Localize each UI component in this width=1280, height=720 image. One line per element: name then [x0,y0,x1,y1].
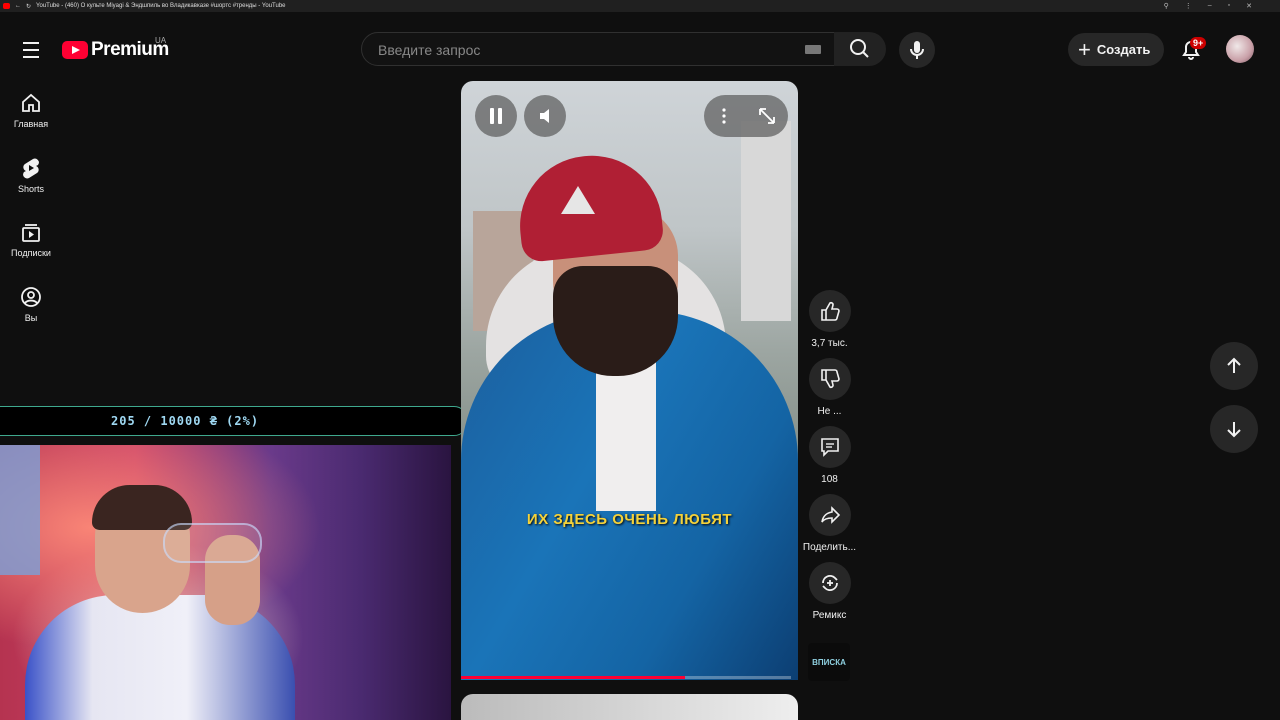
next-short-preview[interactable] [461,694,798,720]
volume-button[interactable] [524,95,566,137]
tab-title: YouTube - (460) О культе Miyagi & Эндшпи… [36,3,286,9]
zoom-icon[interactable]: ⚲ [1164,2,1169,10]
next-short-button[interactable] [1210,405,1258,453]
plus-icon: + [1078,36,1091,62]
thumbs-down-icon [820,369,840,389]
create-label: Создать [1096,42,1151,57]
volume-icon [540,109,549,123]
account-icon [21,287,41,307]
more-options-icon[interactable] [722,108,726,124]
pause-button[interactable] [475,95,517,137]
arrow-up-icon [1227,357,1241,373]
youtube-premium-logo[interactable]: Premium UA [62,36,169,62]
search-input[interactable] [376,41,780,59]
browser-titlebar: ← ↻ YouTube - (460) О культе Miyagi & Эн… [0,0,1280,12]
sidebar-item-label: Shorts [17,184,44,194]
close-icon[interactable]: ✕ [1246,2,1252,10]
shorts-icon [23,158,39,179]
dislike-button[interactable]: Не ... [802,358,857,417]
maximize-icon[interactable]: ▫ [1228,2,1230,10]
donation-goal-text: 205 / 10000 ₴ (2%) [111,414,260,428]
kebab-menu-icon[interactable]: ⋮ [1185,2,1192,10]
keyboard-icon[interactable] [805,45,821,54]
sidebar-item-home[interactable]: Главная [0,92,62,129]
previous-short-button[interactable] [1210,342,1258,390]
video-progress-fill [461,676,686,679]
back-icon[interactable]: ← [15,3,21,9]
avatar[interactable] [1226,35,1254,63]
voice-search-button[interactable] [899,32,935,68]
shorts-video-player[interactable]: ИХ ЗДЕСЬ ОЧЕНЬ ЛЮБЯТ [461,81,798,680]
thumbs-up-icon [820,301,840,321]
sidebar-item-you[interactable]: Вы [0,286,62,323]
like-count: 3,7 тыс. [811,338,848,349]
search-box[interactable] [361,32,835,66]
search-button[interactable] [834,32,886,66]
sidebar-item-label: Подписки [11,248,51,258]
sidebar-item-shorts[interactable]: Shorts [0,157,62,194]
sidebar-item-label: Главная [13,119,49,129]
share-label: Поделить... [802,542,857,553]
sidebar-item-label: Вы [24,313,38,323]
fullscreen-icon[interactable] [759,108,775,124]
like-button[interactable]: 3,7 тыс. [802,290,857,349]
subscriptions-icon [22,224,40,242]
search-icon [850,39,869,58]
donation-goal-bar: 205 / 10000 ₴ (2%) [0,406,468,436]
remix-label: Ремикс [812,610,847,621]
channel-thumbnail[interactable]: ВПИСКА [808,643,850,681]
youtube-play-icon [62,41,88,59]
home-icon [22,93,40,112]
reload-icon[interactable]: ↻ [26,3,31,10]
video-caption: ИХ ЗДЕСЬ ОЧЕНЬ ЛЮБЯТ [526,511,733,528]
streamer-webcam [0,445,451,720]
arrow-down-icon [1227,422,1241,438]
comments-button[interactable]: 108 [802,426,857,485]
create-button[interactable]: + Создать [1068,33,1164,66]
hamburger-menu-icon[interactable] [20,38,44,62]
remix-button[interactable]: Ремикс [802,562,857,621]
share-button[interactable]: Поделить... [802,494,857,553]
comment-icon [820,438,839,457]
share-icon [820,506,840,524]
youtube-favicon-icon [3,3,10,9]
notifications-badge: 9+ [1190,37,1207,49]
region-code: UA [155,36,167,45]
remix-icon [821,575,838,591]
channel-thumb-text: ВПИСКА [812,657,846,667]
dislike-label: Не ... [817,406,842,417]
microphone-icon [910,41,924,59]
video-controls-group [704,95,788,137]
sidebar-item-subscriptions[interactable]: Подписки [0,221,62,258]
comments-count: 108 [821,474,838,485]
minimize-icon[interactable]: – [1208,2,1212,10]
